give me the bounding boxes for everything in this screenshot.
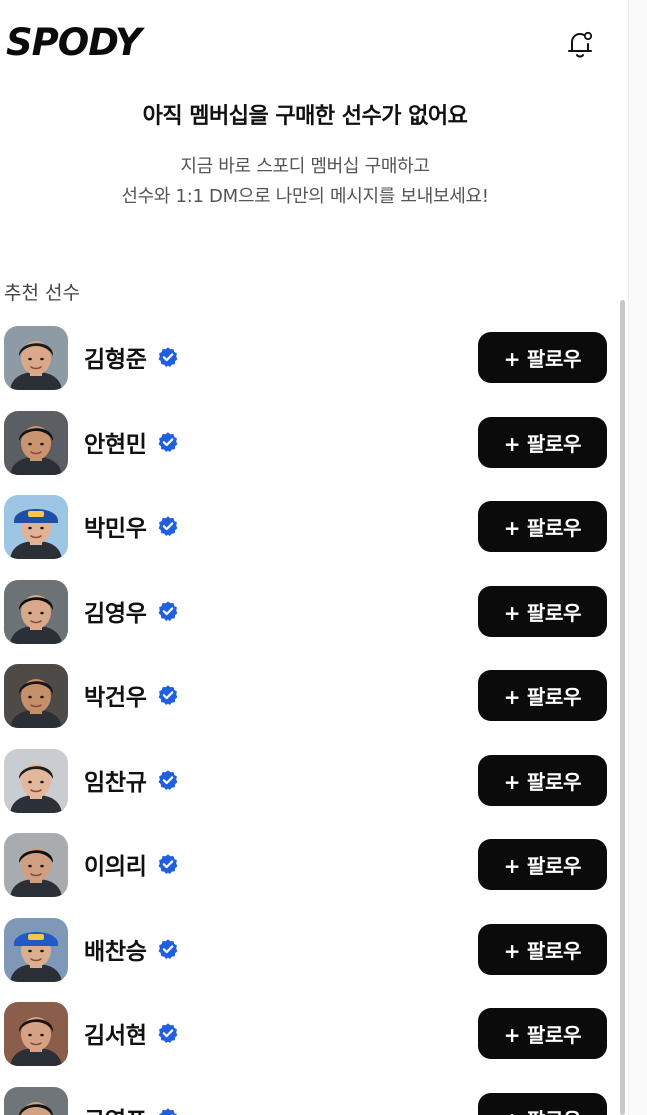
- player-name[interactable]: 임찬규: [84, 763, 147, 797]
- player-name-wrap: 구영표: [84, 1101, 179, 1115]
- top-header: SPODY: [0, 0, 628, 86]
- player-name-wrap: 임찬규: [84, 763, 179, 797]
- player-row[interactable]: 배찬승 + 팔로우: [0, 912, 620, 996]
- player-name-wrap: 박민우: [84, 509, 179, 543]
- player-name-wrap: 이의리: [84, 847, 179, 881]
- follow-button[interactable]: + 팔로우: [478, 670, 607, 721]
- player-avatar[interactable]: [4, 1086, 68, 1115]
- follow-button[interactable]: + 팔로우: [478, 1008, 607, 1059]
- player-row[interactable]: 박건우 + 팔로우: [0, 658, 620, 742]
- follow-button[interactable]: + 팔로우: [478, 923, 607, 975]
- player-name[interactable]: 이의리: [84, 847, 147, 881]
- recommended-section-title: 추천 선수: [4, 282, 80, 304]
- player-row[interactable]: 구영표 + 팔로우: [0, 1081, 620, 1115]
- verified-badge-icon: [157, 600, 179, 622]
- player-name[interactable]: 김서현: [84, 1016, 147, 1050]
- app-screen: SPODY 아직 멤버십을 구매한 선수가 없어요 지금 바로 스포디 멤버십 …: [0, 0, 628, 1115]
- player-row[interactable]: 안현민 + 팔로우: [0, 405, 620, 489]
- follow-button[interactable]: + 팔로우: [478, 585, 607, 637]
- follow-button[interactable]: + 팔로우: [478, 839, 607, 890]
- verified-badge-icon: [157, 684, 179, 706]
- player-avatar[interactable]: [4, 579, 68, 644]
- player-row[interactable]: 이의리 + 팔로우: [0, 827, 620, 911]
- verified-badge-icon: [157, 769, 179, 791]
- player-avatar[interactable]: [4, 326, 68, 390]
- spody-logo[interactable]: SPODY: [4, 22, 200, 62]
- player-name[interactable]: 박건우: [84, 678, 147, 712]
- verified-badge-icon: [157, 346, 179, 368]
- empty-desc-line-1: 지금 바로 스포디 멤버십 구매하고: [180, 156, 430, 177]
- window-edge: [628, 0, 647, 1115]
- notification-bell-icon[interactable]: [560, 24, 600, 64]
- player-avatar[interactable]: [4, 833, 68, 897]
- player-avatar[interactable]: [4, 748, 68, 813]
- player-row[interactable]: 김서현 + 팔로우: [0, 996, 620, 1080]
- player-name[interactable]: 김형준: [84, 340, 147, 374]
- player-avatar[interactable]: [4, 664, 68, 728]
- verified-badge-icon: [157, 1022, 179, 1044]
- player-avatar[interactable]: [4, 495, 68, 559]
- follow-button[interactable]: + 팔로우: [478, 1092, 607, 1115]
- verified-badge-icon: [157, 938, 179, 960]
- player-row[interactable]: 임찬규 + 팔로우: [0, 743, 620, 827]
- player-name-wrap: 김영우: [84, 594, 179, 628]
- player-row[interactable]: 박민우 + 팔로우: [0, 489, 620, 573]
- player-row[interactable]: 김영우 + 팔로우: [0, 574, 620, 658]
- verified-badge-icon: [157, 1107, 179, 1115]
- player-name-wrap: 김형준: [84, 340, 179, 374]
- empty-state-description: 지금 바로 스포디 멤버십 구매하고 선수와 1:1 DM으로 나만의 메시지를…: [0, 152, 610, 212]
- player-row[interactable]: 김형준 + 팔로우: [0, 320, 620, 404]
- player-name[interactable]: 김영우: [84, 594, 147, 628]
- player-avatar[interactable]: [4, 410, 68, 475]
- player-name-wrap: 김서현: [84, 1016, 179, 1050]
- player-name-wrap: 배찬승: [84, 932, 179, 966]
- empty-state-title: 아직 멤버십을 구매한 선수가 없어요: [142, 104, 468, 129]
- player-avatar[interactable]: [4, 917, 68, 982]
- scrollbar[interactable]: [620, 300, 625, 1115]
- verified-badge-icon: [157, 853, 179, 875]
- empty-desc-line-2: 선수와 1:1 DM으로 나만의 메시지를 보내보세요!: [121, 186, 489, 207]
- player-name[interactable]: 박민우: [84, 509, 147, 543]
- svg-text:SPODY: SPODY: [6, 22, 145, 62]
- follow-button[interactable]: + 팔로우: [478, 754, 607, 806]
- player-name[interactable]: 배찬승: [84, 932, 147, 966]
- player-avatar[interactable]: [4, 1002, 68, 1066]
- follow-button[interactable]: + 팔로우: [478, 416, 607, 468]
- player-name[interactable]: 구영표: [84, 1101, 147, 1115]
- player-name-wrap: 안현민: [84, 425, 179, 459]
- player-name[interactable]: 안현민: [84, 425, 147, 459]
- verified-badge-icon: [157, 431, 179, 453]
- verified-badge-icon: [157, 515, 179, 537]
- player-name-wrap: 박건우: [84, 678, 179, 712]
- follow-button[interactable]: + 팔로우: [478, 332, 607, 383]
- follow-button[interactable]: + 팔로우: [478, 501, 607, 552]
